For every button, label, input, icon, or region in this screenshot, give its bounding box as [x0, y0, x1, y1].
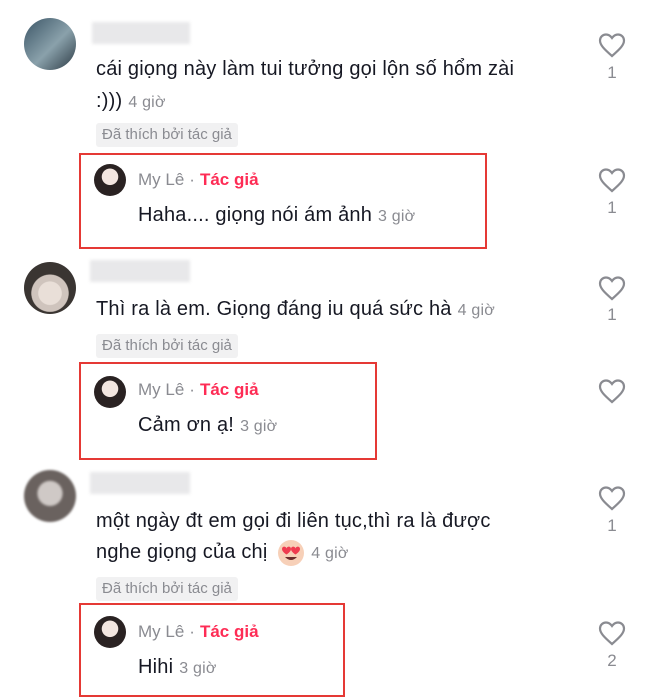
heart-outline-icon[interactable]: [598, 378, 626, 404]
reply-author-line: My Lê · Tác giả: [138, 380, 259, 400]
commenter-avatar[interactable]: [24, 470, 76, 522]
commenter-name-blurred: [90, 472, 190, 494]
reply-author-name[interactable]: My Lê: [138, 622, 184, 641]
liked-by-author-badge: Đã thích bởi tác giả: [96, 123, 238, 147]
heart-outline-icon[interactable]: [598, 167, 626, 193]
commenter-name-blurred: [92, 22, 190, 44]
separator-dot: ·: [189, 622, 195, 641]
comment-time: 4 giờ: [311, 545, 349, 562]
reply-text: Hihi 3 giờ: [138, 656, 217, 678]
reply-text: Haha.... giọng nói ám ảnh 3 giờ: [138, 204, 416, 226]
separator-dot: ·: [189, 170, 195, 189]
like-count: 1: [607, 516, 617, 535]
reply-author-name[interactable]: My Lê: [138, 170, 184, 189]
reply-avatar[interactable]: [94, 376, 126, 408]
liked-by-author-badge: Đã thích bởi tác giả: [96, 334, 238, 358]
heart-eyes-emoji: [278, 539, 305, 566]
liked-by-author-badge: Đã thích bởi tác giả: [96, 577, 238, 601]
commenter-avatar[interactable]: [24, 18, 76, 70]
author-tag: Tác giả: [199, 170, 259, 189]
heart-outline-icon[interactable]: [598, 32, 626, 58]
like-count: 1: [607, 198, 617, 217]
reply-avatar[interactable]: [94, 616, 126, 648]
reply-author-line: My Lê · Tác giả: [138, 170, 259, 190]
reply-time: 3 giờ: [179, 660, 217, 677]
like-count: 1: [607, 305, 617, 324]
heart-outline-icon[interactable]: [598, 620, 626, 646]
reply-time: 3 giờ: [240, 418, 278, 435]
heart-outline-icon[interactable]: [598, 275, 626, 301]
separator-dot: ·: [189, 380, 195, 399]
heart-outline-icon[interactable]: [598, 485, 626, 511]
reply-text: Cảm ơn ạ! 3 giờ: [138, 414, 278, 436]
comment-text: Thì ra là em. Giọng đáng iu quá sức hà 4 …: [96, 298, 495, 320]
comment-text: một ngày đt em gọi đi liên tục,thì ra là…: [96, 510, 491, 532]
comment-time: 4 giờ: [457, 302, 495, 319]
like-count: 1: [607, 63, 617, 82]
reply-author-line: My Lê · Tác giả: [138, 622, 259, 642]
reply-time: 3 giờ: [378, 208, 416, 225]
author-tag: Tác giả: [199, 380, 259, 399]
comment-text-line2: :))) 4 giờ: [96, 90, 166, 112]
author-tag: Tác giả: [199, 622, 259, 641]
like-count: 2: [607, 651, 617, 670]
comment-text: cái giọng này làm tui tưởng gọi lộn số h…: [96, 58, 515, 80]
comment-time: 4 giờ: [128, 94, 166, 111]
commenter-avatar[interactable]: [24, 262, 76, 314]
comment-text-line2: nghe giọng của chị 4 giờ: [96, 537, 349, 569]
commenter-name-blurred: [90, 260, 190, 282]
reply-avatar[interactable]: [94, 164, 126, 196]
reply-author-name[interactable]: My Lê: [138, 380, 184, 399]
